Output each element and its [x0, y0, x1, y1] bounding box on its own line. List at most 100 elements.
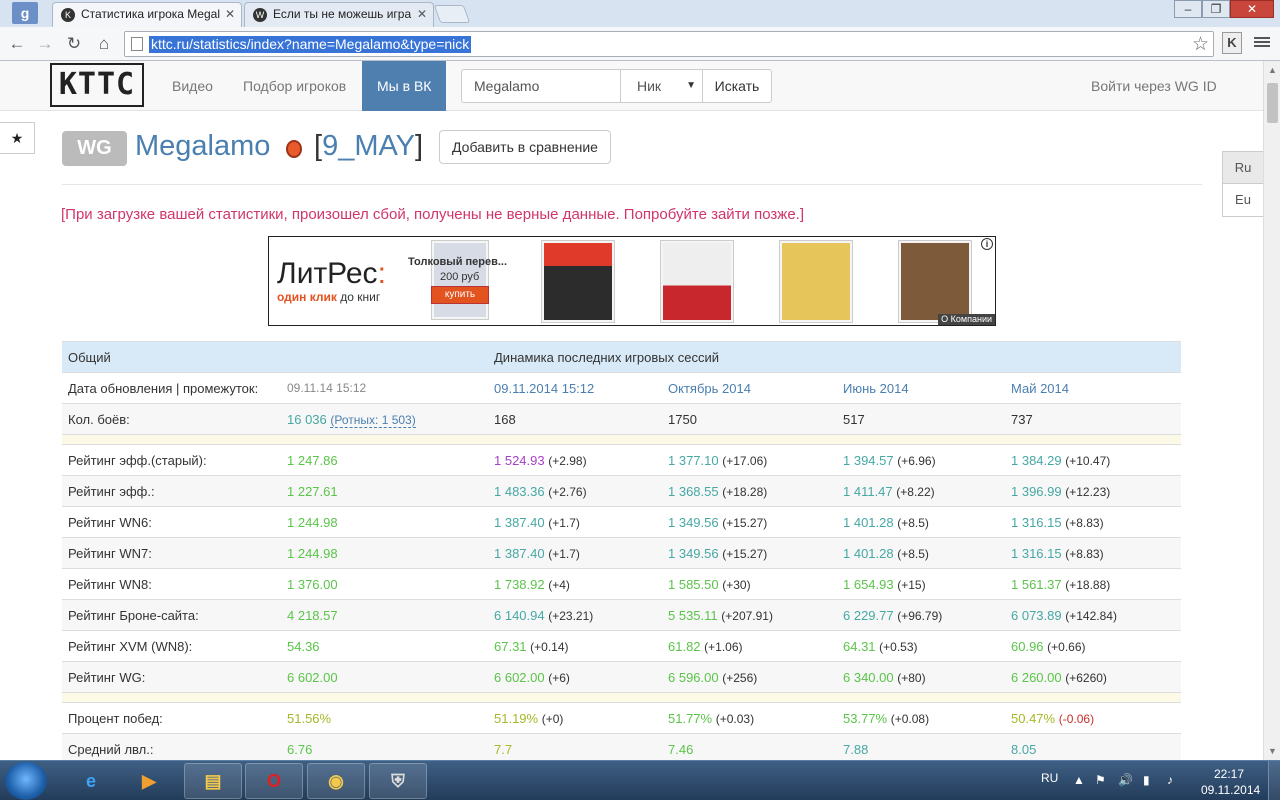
tab-statistics[interactable]: K Статистика игрока Megal ✕: [52, 2, 242, 27]
period-header[interactable]: Октябрь 2014: [662, 372, 837, 404]
tab-close-icon[interactable]: ✕: [417, 3, 427, 26]
site-logo[interactable]: KTTC: [50, 63, 144, 107]
tab-game[interactable]: W Если ты не можешь игра ✕: [244, 2, 434, 27]
row-value: 1 244.98: [281, 537, 488, 569]
row-value: 1 227.61: [281, 475, 488, 507]
cell-value: 1 396.99 (+12.23): [1005, 475, 1182, 507]
tray-flag-icon[interactable]: ⚑: [1095, 773, 1106, 787]
table-row: Дата обновления | промежуток: 09.11.14 15…: [62, 372, 1182, 404]
cell-delta: (+15.27): [722, 515, 768, 530]
cell-value: 1 349.56 (+15.27): [662, 537, 837, 569]
cell-value: 517: [837, 403, 1005, 435]
clock-time[interactable]: 22:17: [1214, 767, 1244, 781]
scroll-down-icon[interactable]: ▼: [1268, 746, 1277, 756]
favorite-star-icon[interactable]: ★: [0, 122, 35, 154]
lang-eu[interactable]: Eu: [1223, 184, 1263, 216]
opera-icon[interactable]: O: [245, 763, 303, 799]
nav-video[interactable]: Видео: [172, 61, 213, 111]
nav-players[interactable]: Подбор игроков: [243, 61, 346, 111]
error-message: [При загрузке вашей статистики, произоше…: [61, 206, 804, 223]
cell-value: 1 738.92 (+4): [488, 568, 662, 600]
cell-delta: (+96.79): [897, 608, 943, 623]
clan-tag[interactable]: [9_MAY]: [314, 130, 423, 163]
window-close-icon[interactable]: ✕: [1230, 0, 1274, 18]
row-label: Рейтинг XVM (WN8):: [62, 630, 281, 662]
ad-book-cover[interactable]: [779, 240, 853, 323]
ad-buy-button[interactable]: купить: [431, 286, 489, 304]
reload-icon[interactable]: ↻: [63, 33, 85, 55]
tab-close-icon[interactable]: ✕: [225, 3, 235, 26]
nav-vk[interactable]: Мы в ВК: [362, 61, 447, 111]
address-bar[interactable]: kttc.ru/statistics/index?name=Megalamo&t…: [124, 31, 1214, 57]
ad-book-cover[interactable]: [541, 240, 615, 323]
ie-icon[interactable]: e: [62, 763, 120, 799]
browser-toolbar: ← → ↻ ⌂ kttc.ru/statistics/index?name=Me…: [0, 27, 1280, 61]
show-desktop-button[interactable]: [1268, 761, 1280, 800]
scroll-thumb[interactable]: [1267, 83, 1278, 123]
ad-banner[interactable]: ЛитРес: один клик до книг Толковый перев…: [268, 236, 996, 326]
tab-title: Статистика игрока Megal: [81, 7, 220, 21]
profile-g-icon[interactable]: g: [12, 2, 38, 24]
ad-company-link[interactable]: О Компании: [938, 314, 995, 325]
new-tab-button[interactable]: [433, 5, 471, 23]
bookmark-star-icon[interactable]: ☆: [1192, 33, 1209, 56]
ad-book-title: Толковый перев...: [408, 256, 508, 268]
forward-arrow-icon[interactable]: →: [34, 33, 56, 55]
clock-date[interactable]: 09.11.2014: [1201, 783, 1260, 797]
cell-delta: (+12.23): [1065, 484, 1111, 499]
url-text[interactable]: kttc.ru/statistics/index?name=Megalamo&t…: [149, 36, 472, 53]
table-row: Рейтинг WN6: 1 244.98 1 387.40 (+1.7) 1 349…: [62, 506, 1182, 538]
row-value: 54.36: [281, 630, 488, 662]
home-icon[interactable]: ⌂: [93, 33, 115, 55]
cell-delta: (+6): [548, 670, 570, 685]
cell-value: 1 368.55 (+18.28): [662, 475, 837, 507]
scroll-up-icon[interactable]: ▲: [1268, 65, 1277, 75]
period-header[interactable]: Май 2014: [1005, 372, 1182, 404]
extension-k-icon[interactable]: K: [1222, 32, 1242, 54]
ad-book-cover[interactable]: [898, 240, 972, 323]
start-button[interactable]: [5, 762, 47, 800]
period-header[interactable]: 09.11.2014 15:12: [488, 372, 662, 404]
lang-ru[interactable]: Ru: [1223, 152, 1263, 184]
search-input[interactable]: Megalamo: [461, 69, 621, 103]
company-battles-link[interactable]: (Ротных: 1 503): [330, 412, 416, 428]
explorer-icon[interactable]: ▤: [184, 763, 242, 799]
login-wg-link[interactable]: Войти через WG ID: [1091, 61, 1217, 111]
tray-language[interactable]: RU: [1041, 771, 1058, 785]
cell-delta: (+80): [897, 670, 926, 685]
cell-delta: (+6.96): [897, 453, 936, 468]
tray-speaker-icon[interactable]: 🔊: [1118, 773, 1133, 787]
cell-value: 7.7: [488, 733, 662, 760]
chrome-icon[interactable]: ◉: [307, 763, 365, 799]
row-label: Дата обновления | промежуток:: [62, 372, 281, 404]
media-player-icon[interactable]: ▶: [120, 763, 178, 799]
period-header[interactable]: Июнь 2014: [837, 372, 1005, 404]
table-row: Рейтинг WG: 6 602.00 6 602.00 (+6) 6 596.00…: [62, 661, 1182, 693]
cell-value: 61.82 (+1.06): [662, 630, 837, 662]
cell-delta: (+15): [897, 577, 926, 592]
cell-value: 6 602.00 (+6): [488, 661, 662, 693]
table-separator: [62, 434, 1182, 445]
search-button[interactable]: Искать: [702, 69, 772, 103]
chrome-menu-icon[interactable]: [1254, 35, 1270, 51]
vertical-scrollbar[interactable]: ▲ ▼: [1263, 61, 1280, 760]
maximize-icon[interactable]: ❐: [1202, 0, 1230, 18]
search-type-select[interactable]: Ник ▼: [620, 69, 703, 103]
cell-value: 5 535.11 (+207.91): [662, 599, 837, 631]
ad-info-icon[interactable]: i: [981, 238, 993, 250]
windows-taskbar: e ▶ ▤ O ◉ ⛨ RU ▲ ⚑ 🔊 ▮ ♪ 22:17 09.11.201…: [0, 760, 1280, 800]
add-compare-button[interactable]: Добавить в сравнение: [439, 130, 611, 164]
cell-value: 1 401.28 (+8.5): [837, 537, 1005, 569]
cell-delta: (-0.06): [1058, 711, 1095, 726]
tray-volume-icon[interactable]: ♪: [1167, 773, 1173, 787]
stats-table: Общий Динамика последних игровых сессий Да…: [62, 341, 1182, 760]
cell-delta: (+142.84): [1065, 608, 1117, 623]
minimize-icon[interactable]: –: [1174, 0, 1202, 18]
ad-book-cover[interactable]: [660, 240, 734, 323]
tray-network-icon[interactable]: ▮: [1143, 773, 1150, 787]
tray-expand-icon[interactable]: ▲: [1073, 773, 1085, 787]
header-divider: [62, 184, 1202, 185]
back-arrow-icon[interactable]: ←: [6, 33, 28, 55]
cell-value: 6 340.00 (+80): [837, 661, 1005, 693]
world-of-tanks-icon[interactable]: ⛨: [369, 763, 427, 799]
